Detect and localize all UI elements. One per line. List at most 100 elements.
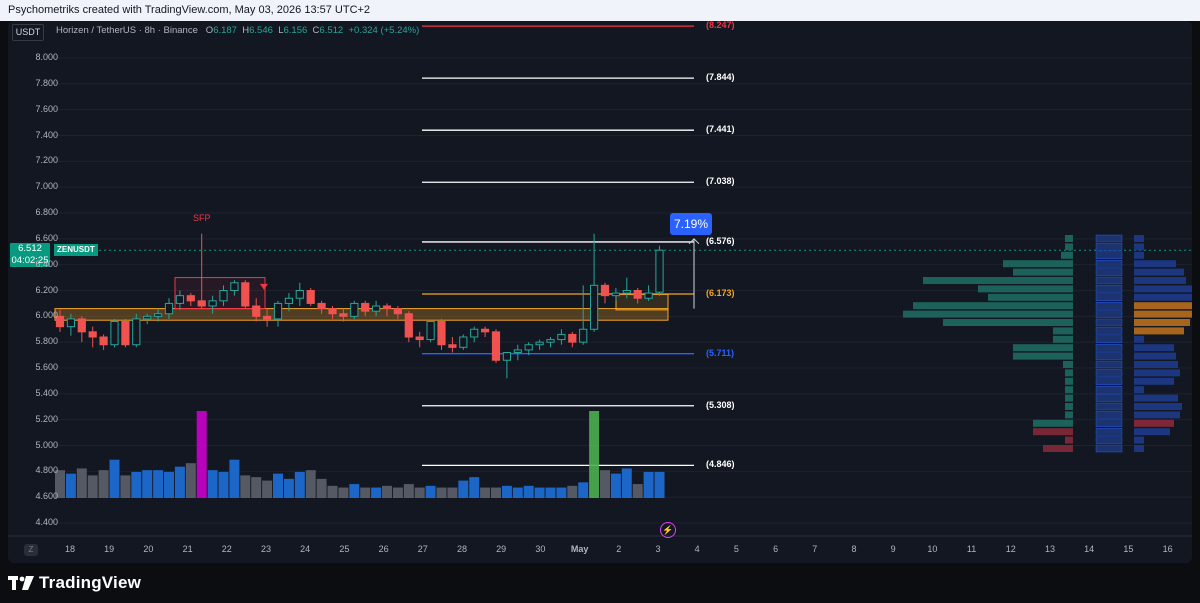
y-axis-tick: 5.400 (35, 387, 58, 398)
candle-body (219, 290, 228, 302)
candle-body (66, 318, 75, 328)
volume-bar (523, 485, 534, 498)
candle-body (470, 328, 479, 338)
candle-body (164, 302, 174, 315)
price-ladder-cell (1095, 360, 1123, 369)
bid-volume-bar (1065, 386, 1073, 394)
volume-bar (654, 471, 665, 498)
volume-bar (76, 468, 87, 498)
symbol-selector[interactable]: USDT (12, 24, 44, 41)
bid-volume-bar (1065, 436, 1073, 444)
y-axis-tick: 7.000 (35, 181, 58, 192)
price-ladder-cell (1095, 234, 1123, 243)
legend-low: 6.156 (283, 25, 308, 36)
x-axis-tick: 18 (64, 544, 75, 554)
volume-bar (403, 484, 414, 498)
level-label: (4.846) (706, 459, 735, 470)
x-axis-tick: 16 (1162, 544, 1173, 554)
tradingview-logo[interactable]: TradingView (8, 572, 141, 594)
ask-volume-bar (1134, 411, 1180, 419)
level-label: (7.441) (706, 124, 735, 135)
current-price: 6.512 (18, 243, 42, 254)
percent-badge[interactable]: 7.19% (670, 213, 712, 235)
volume-bar (425, 485, 436, 498)
candle-body (132, 318, 141, 346)
candle-body (622, 290, 631, 294)
chart-canvas[interactable] (8, 21, 1192, 563)
footer: TradingView (0, 563, 1200, 603)
x-axis-tick: 5 (733, 544, 739, 554)
x-axis-tick: 30 (535, 544, 546, 554)
volume-bar (185, 463, 196, 498)
zoom-reset-button[interactable]: Z (24, 544, 38, 556)
bid-volume-bar (1065, 235, 1073, 242)
ask-volume-bar (1134, 361, 1178, 368)
x-axis-tick: May (570, 544, 589, 554)
candle-body (611, 292, 620, 297)
chart-legend: Horizen / TetherUS · 8h · Binance O6.187… (56, 25, 419, 36)
volume-bar (600, 470, 610, 498)
candle-body (295, 290, 304, 299)
x-axis-tick: 10 (927, 544, 938, 554)
x-axis-tick: 19 (104, 544, 115, 554)
volume-bar (632, 484, 643, 498)
y-axis-tick: 4.400 (35, 517, 58, 527)
ask-volume-bar (1134, 243, 1144, 251)
candle-body (382, 305, 392, 310)
x-axis-tick: 23 (260, 544, 271, 554)
volume-bar (567, 485, 578, 498)
x-axis-tick: 26 (378, 544, 389, 554)
ask-volume-bar (1134, 310, 1192, 318)
x-axis-tick: 29 (496, 544, 507, 554)
volume-bar (534, 487, 545, 498)
candle-body (328, 308, 337, 315)
ask-volume-bar (1134, 277, 1186, 284)
recent-zone (615, 293, 669, 311)
x-axis-tick: 2 (616, 544, 622, 554)
y-axis-tick: 4.600 (35, 491, 58, 502)
x-axis-tick: 13 (1044, 544, 1055, 554)
price-ladder-cell (1095, 369, 1123, 377)
bid-volume-bar (1053, 327, 1073, 335)
bid-volume-bar (1065, 369, 1073, 377)
y-axis-tick: 5.200 (35, 413, 58, 424)
ask-volume-bar (1134, 268, 1184, 276)
candle-body (252, 305, 261, 317)
ask-volume-bar (1134, 352, 1176, 360)
chart-panel[interactable]: USDT Horizen / TetherUS · 8h · Binance O… (8, 21, 1192, 563)
lightning-icon[interactable]: ⚡ (660, 522, 676, 538)
volume-bar (240, 475, 251, 498)
y-axis-tick: 6.400 (35, 258, 58, 269)
volume-bar (436, 487, 447, 498)
price-ladder-cell (1095, 310, 1123, 318)
candle-body (284, 297, 293, 304)
volume-bar (142, 470, 153, 498)
volume-bar (273, 473, 283, 498)
y-axis-tick: 6.000 (35, 310, 58, 321)
volume-bar (229, 459, 240, 498)
volume-bar (392, 487, 403, 498)
candle-body (306, 290, 315, 304)
candle-body (459, 336, 468, 348)
price-ladder-cell (1095, 243, 1123, 251)
candle-body (579, 328, 588, 343)
volume-bar (87, 475, 98, 498)
volume-bar (491, 487, 501, 498)
ask-volume-bar (1134, 260, 1176, 268)
candle-body (546, 339, 555, 343)
y-axis-tick: 7.400 (35, 129, 58, 140)
volume-bar (294, 471, 305, 498)
volume-bar (349, 484, 360, 498)
volume-bar (382, 485, 392, 498)
candle-body (426, 321, 435, 341)
legend-open: 6.187 (213, 25, 237, 36)
ask-volume-bar (1134, 285, 1192, 293)
candle-body (110, 321, 119, 346)
bid-volume-bar (1033, 419, 1073, 427)
tradingview-logo-icon (8, 576, 34, 590)
price-ladder-cell (1095, 402, 1123, 411)
price-ladder-cell (1095, 251, 1123, 260)
price-ladder-cell (1095, 276, 1123, 285)
volume-bar (218, 471, 229, 498)
volume-bar (360, 487, 371, 498)
